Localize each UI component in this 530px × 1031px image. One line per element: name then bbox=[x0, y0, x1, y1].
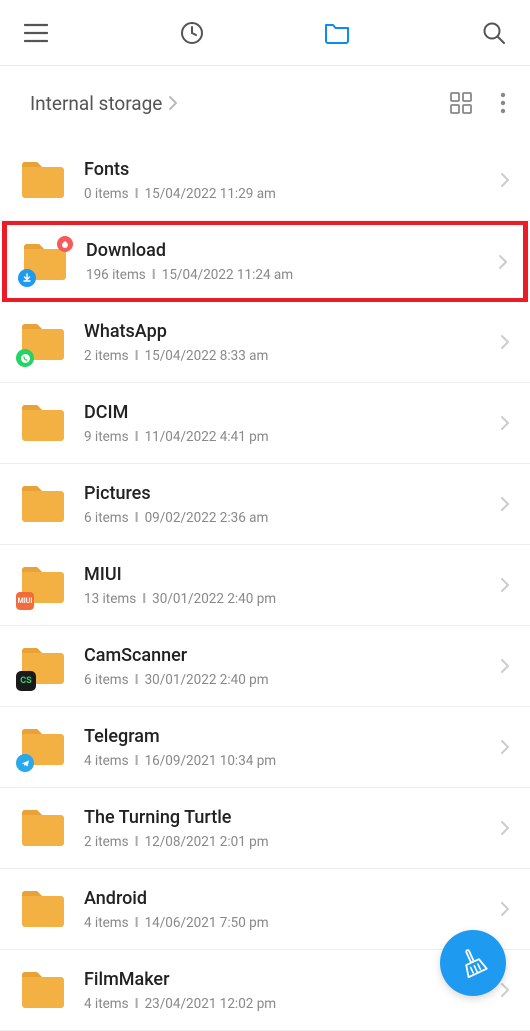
folder-row[interactable]: Pictures 6 itemsI09/02/2022 2:36 am bbox=[0, 464, 530, 545]
folder-name: Pictures bbox=[84, 483, 500, 504]
folder-row[interactable]: Download 196 itemsI15/04/2022 11:24 am bbox=[2, 221, 528, 302]
breadcrumb[interactable]: Internal storage bbox=[30, 92, 178, 115]
folder-name: Download bbox=[86, 240, 498, 261]
chevron-right-icon bbox=[500, 333, 510, 351]
more-options-icon[interactable] bbox=[500, 92, 506, 114]
folder-name: Android bbox=[84, 888, 500, 909]
folder-name: Telegram bbox=[84, 726, 500, 747]
folder-icon: CS bbox=[20, 645, 66, 687]
breadcrumb-label: Internal storage bbox=[30, 92, 162, 115]
folder-meta: 13 itemsI30/01/2022 2:40 pm bbox=[84, 591, 500, 607]
chevron-right-icon bbox=[500, 900, 510, 918]
folder-row[interactable]: Telegram 4 itemsI16/09/2021 10:34 pm bbox=[0, 707, 530, 788]
folder-icon bbox=[22, 241, 68, 283]
folder-name: WhatsApp bbox=[84, 321, 500, 342]
folder-name: DCIM bbox=[84, 402, 500, 423]
folder-row[interactable]: WhatsApp 2 itemsI15/04/2022 8:33 am bbox=[0, 302, 530, 383]
folder-meta: 196 itemsI15/04/2022 11:24 am bbox=[86, 267, 498, 283]
folder-icon bbox=[20, 483, 66, 525]
folder-icon bbox=[20, 159, 66, 201]
folder-row[interactable]: Fonts 0 itemsI15/04/2022 11:29 am bbox=[0, 140, 530, 221]
folder-row[interactable]: CS CamScanner 6 itemsI30/01/2022 2:40 pm bbox=[0, 626, 530, 707]
folder-meta: 6 itemsI09/02/2022 2:36 am bbox=[84, 510, 500, 526]
chevron-right-icon bbox=[498, 253, 508, 271]
broom-icon bbox=[456, 946, 490, 980]
folder-meta: 0 itemsI15/04/2022 11:29 am bbox=[84, 186, 500, 202]
folder-icon: MIUI bbox=[20, 564, 66, 606]
clean-fab-button[interactable] bbox=[440, 930, 506, 996]
folder-row[interactable]: The Turning Turtle 2 itemsI12/08/2021 2:0… bbox=[0, 788, 530, 869]
folder-icon bbox=[20, 402, 66, 444]
folder-name: Fonts bbox=[84, 159, 500, 180]
folder-icon bbox=[20, 807, 66, 849]
chevron-right-icon bbox=[500, 657, 510, 675]
chevron-right-icon bbox=[500, 414, 510, 432]
chevron-right-icon bbox=[500, 819, 510, 837]
folder-icon bbox=[20, 969, 66, 1011]
folder-icon bbox=[20, 321, 66, 363]
hamburger-menu-icon[interactable] bbox=[24, 23, 48, 43]
grid-view-icon[interactable] bbox=[450, 92, 472, 114]
folder-tab-icon[interactable] bbox=[324, 21, 350, 45]
folder-meta: 6 itemsI30/01/2022 2:40 pm bbox=[84, 672, 500, 688]
folder-meta: 2 itemsI12/08/2021 2:01 pm bbox=[84, 834, 500, 850]
chevron-right-icon bbox=[168, 95, 178, 111]
folder-name: CamScanner bbox=[84, 645, 500, 666]
chevron-right-icon bbox=[500, 738, 510, 756]
chevron-right-icon bbox=[500, 576, 510, 594]
folder-row[interactable]: DCIM 9 itemsI11/04/2022 4:41 pm bbox=[0, 383, 530, 464]
search-icon[interactable] bbox=[482, 21, 506, 45]
chevron-right-icon bbox=[500, 981, 510, 999]
folder-name: The Turning Turtle bbox=[84, 807, 500, 828]
chevron-right-icon bbox=[500, 495, 510, 513]
folder-icon bbox=[20, 888, 66, 930]
folder-meta: 9 itemsI11/04/2022 4:41 pm bbox=[84, 429, 500, 445]
folder-name: FilmMaker bbox=[84, 969, 500, 990]
folder-meta: 4 itemsI16/09/2021 10:34 pm bbox=[84, 753, 500, 769]
folder-meta: 4 itemsI23/04/2021 12:02 pm bbox=[84, 996, 500, 1012]
folder-icon bbox=[20, 726, 66, 768]
folder-meta: 4 itemsI14/06/2021 7:50 pm bbox=[84, 915, 500, 931]
chevron-right-icon bbox=[500, 171, 510, 189]
folder-meta: 2 itemsI15/04/2022 8:33 am bbox=[84, 348, 500, 364]
folder-name: MIUI bbox=[84, 564, 500, 585]
recent-tab-icon[interactable] bbox=[180, 21, 204, 45]
folder-row[interactable]: MIUI MIUI 13 itemsI30/01/2022 2:40 pm bbox=[0, 545, 530, 626]
